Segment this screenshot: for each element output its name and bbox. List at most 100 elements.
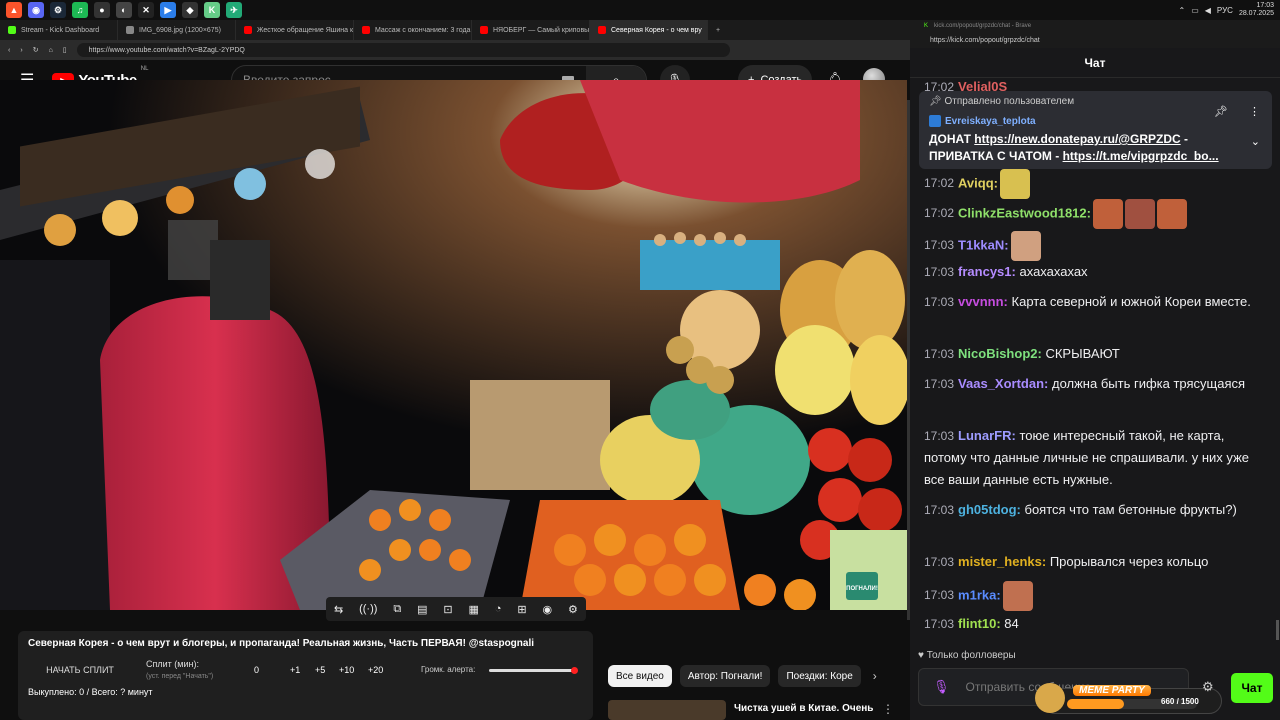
app-icon[interactable]: ▶ [160,2,176,18]
volume-slider-thumb[interactable] [571,667,579,674]
chip-1[interactable]: Автор: Погнали! [679,665,771,687]
recommended-thumbnail[interactable] [608,700,726,720]
pip-icon[interactable]: ⧉ [393,603,401,616]
tab-4[interactable]: НЯОБЕРГ — Самый криповый бле [472,20,590,40]
chip-2[interactable]: Поездки: Коре [778,665,861,687]
video-title: Северная Корея - о чем врут и блогеры, и… [28,638,535,649]
increment-1-button[interactable]: +1 [290,665,300,675]
obs-icon[interactable]: ● [94,2,110,18]
send-chat-button[interactable]: Чат [1231,673,1273,703]
emote-icon[interactable] [1092,199,1123,229]
increment-20-button[interactable]: +20 [368,665,383,675]
forward-icon[interactable]: › [20,47,22,54]
message-user[interactable]: ClinkzEastwood1812 [958,205,1087,220]
increment-5-button[interactable]: +5 [315,665,325,675]
filmstrip-icon[interactable]: ▦ [469,603,479,616]
chevron-down-icon[interactable]: ⌄ [1251,135,1260,148]
message-user[interactable]: francys1 [958,264,1011,279]
chat-url-bar[interactable]: https://kick.com/popout/grpzdc/chat [910,32,1280,48]
message-user[interactable]: Aviqq [958,175,994,190]
telegram-icon[interactable]: ✈ [226,2,242,18]
filter-chips: Все видео Автор: Погнали! Поездки: Коре › [608,665,877,687]
message-text-content: Прорывался через кольцо [1049,554,1209,569]
message-user[interactable]: LunarFR [958,428,1011,443]
media-icon[interactable]: ◐ [116,2,132,18]
message-text: 84 [1001,616,1018,631]
chat-message: 17:03 vvvnnn: Карта северной и южной Коре… [924,291,1264,313]
broadcast-icon[interactable]: ((·)) [359,603,377,615]
message-time: 17:03 [924,588,955,603]
x-app-icon[interactable]: ✕ [138,2,154,18]
steam-icon[interactable]: ⚙ [50,2,66,18]
bookmark-icon[interactable]: ▯ [63,46,67,54]
start-split-button[interactable]: НАЧАТЬ СПЛИТ [28,657,132,683]
chat-message: 17:03 T1kkaN: [924,231,1264,261]
loop-icon[interactable]: ⇆ [334,603,343,616]
telegram-link[interactable]: https://t.me/vipgrpzdc_bo... [1063,149,1219,163]
tab-favicon-icon [244,26,252,34]
volume-slider[interactable] [489,667,579,674]
new-tab-button[interactable]: + [716,27,720,34]
kick-icon[interactable]: K [204,2,220,18]
more-vert-icon[interactable]: ⋮ [882,700,894,720]
network-icon[interactable]: ▭ [1191,6,1199,15]
message-user[interactable]: mister_henks [958,554,1042,569]
increment-10-button[interactable]: +10 [339,665,354,675]
reload-icon[interactable]: ↻ [33,46,39,54]
message-user[interactable]: Vaas_Xortdan [958,376,1044,391]
tab-5[interactable]: Северная Корея - о чем вру [590,20,708,40]
pinned-user[interactable]: Evreiskaya_teplota [929,115,1036,127]
message-time: 17:03 [924,347,955,361]
speed-icon[interactable]: ◔ [495,603,502,615]
discord-icon[interactable]: ◉ [28,2,44,18]
tab-1[interactable]: IMG_6908.jpg (1200×675) [118,20,236,40]
tab-3[interactable]: Массаж с окончанием: 3 года не п [354,20,472,40]
add-frame-icon[interactable]: ⊞ [517,603,526,616]
mic-icon[interactable]: 🎙︎ [933,679,950,695]
recommended-video[interactable]: Чистка ушей в Китае. Очень ⋮ [608,700,908,720]
recommended-title[interactable]: Чистка ушей в Китае. Очень [734,700,874,720]
message-text: Карта северной и южной Кореи вместе. [1008,294,1251,309]
clock[interactable]: 17:03 28.07.2025 [1239,2,1274,18]
chevron-up-icon[interactable]: ⌃ [1179,6,1186,15]
clapper-icon[interactable]: ▤ [417,603,427,616]
more-vert-icon[interactable]: ⋮ [1249,105,1260,118]
chip-0[interactable]: Все видео [608,665,672,687]
gear-icon[interactable]: ⚙ [568,603,578,616]
emote-icon[interactable] [1000,169,1031,199]
message-user[interactable]: NicoBishop2 [958,346,1037,361]
pinned-head-text: Отправлено пользователем [944,96,1075,107]
message-separator: : [993,175,999,191]
emote-icon[interactable] [1002,581,1033,611]
language-indicator[interactable]: РУС [1217,6,1233,15]
pinned-message[interactable]: 📌︎ Отправлено пользователем Evreiskaya_t… [919,91,1272,169]
folder-icon[interactable]: ◆ [182,2,198,18]
chat-scrollbar[interactable] [1276,620,1279,640]
emote-icon[interactable] [1156,199,1187,229]
meme-party-widget[interactable]: MEME PARTY 660 / 1500 [1035,683,1222,714]
gear-icon[interactable]: ⚙ [1202,679,1214,695]
message-user[interactable]: flint10 [958,616,996,631]
message-user[interactable]: m1rka [958,587,996,602]
crop-icon[interactable]: ⊡ [443,603,452,616]
brave-icon[interactable]: ▲ [6,2,22,18]
video-player[interactable]: ПОГНАЛИ! [0,80,907,610]
pin-icon[interactable]: 📌︎ [1214,105,1228,118]
tab-2[interactable]: Жесткое обращение Яшина к Z-ми [236,20,354,40]
spotify-icon[interactable]: ♫ [72,2,88,18]
home-icon[interactable]: ⌂ [49,47,53,54]
message-user[interactable]: vvvnnn [958,294,1004,309]
split-value[interactable]: 0 [254,665,259,675]
message-user[interactable]: T1kkaN [958,237,1004,252]
camera-icon[interactable]: ◉ [543,603,553,616]
donate-link[interactable]: https://new.donatepay.ru/@GRPZDC [974,132,1180,146]
emote-icon[interactable] [1124,199,1155,229]
tab-0[interactable]: Stream - Kick Dashboard [0,20,118,40]
emote-icon[interactable] [1010,231,1041,261]
volume-icon[interactable]: ◀ [1205,6,1211,15]
url-field[interactable]: https://www.youtube.com/watch?v=BZagL-2Y… [76,43,730,57]
message-user[interactable]: gh05tdog [958,502,1017,517]
chat-window-title: kick.com/popout/grpzdc/chat - Brave [934,23,1032,29]
back-icon[interactable]: ‹ [8,47,10,54]
chevron-right-icon[interactable]: › [873,669,877,683]
